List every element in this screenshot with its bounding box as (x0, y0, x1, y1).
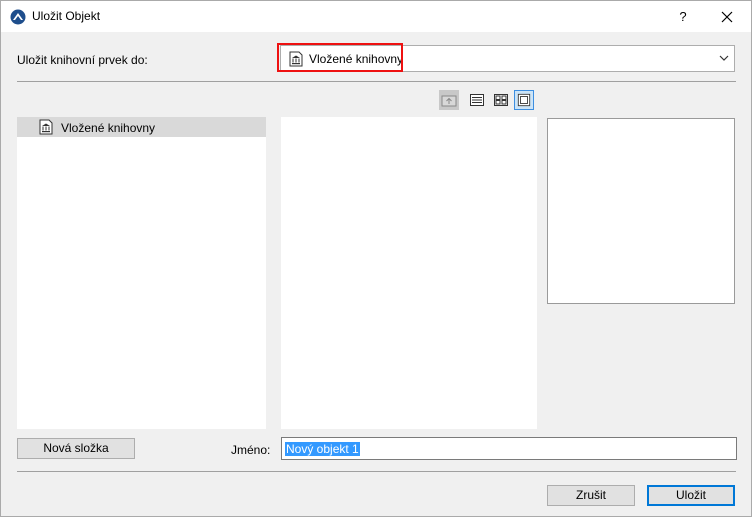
close-button[interactable] (707, 5, 747, 29)
list-view-icon (470, 94, 484, 106)
content-list-panel[interactable] (281, 117, 537, 429)
preview-panel (547, 118, 735, 304)
bottom-divider (17, 471, 736, 472)
tree-item-label: Vložené knihovny (61, 121, 156, 135)
name-input[interactable]: Nový objekt 1 (281, 437, 737, 460)
tree-item-embedded-library[interactable]: Vložené knihovny (17, 117, 266, 137)
location-label: Uložit knihovní prvek do: (17, 53, 148, 67)
cancel-button[interactable]: Zrušit (547, 485, 635, 506)
chevron-down-icon (718, 52, 730, 64)
preview-view-icon (517, 93, 531, 107)
name-value: Nový objekt 1 (285, 442, 360, 456)
icon-view-button[interactable] (491, 90, 511, 110)
save-object-dialog: Uložit Objekt ? Uložit knihovní prvek do… (0, 0, 752, 517)
highlight-annotation (277, 43, 403, 72)
save-button[interactable]: Uložit (647, 485, 735, 506)
top-divider (17, 81, 736, 82)
help-button[interactable]: ? (667, 5, 699, 29)
window-title: Uložit Objekt (32, 9, 101, 23)
library-icon (39, 119, 53, 135)
title-bar: Uložit Objekt ? (1, 1, 751, 32)
library-tree-panel[interactable]: Vložené knihovny (17, 117, 266, 429)
archicad-icon (10, 9, 26, 25)
preview-view-button[interactable] (514, 90, 534, 110)
icon-view-icon (494, 94, 508, 106)
close-icon (721, 11, 733, 23)
folder-up-icon (441, 95, 457, 107)
folder-up-button[interactable] (439, 90, 459, 110)
new-folder-button[interactable]: Nová složka (17, 438, 135, 459)
list-view-button[interactable] (467, 90, 487, 110)
name-label: Jméno: (231, 443, 271, 457)
